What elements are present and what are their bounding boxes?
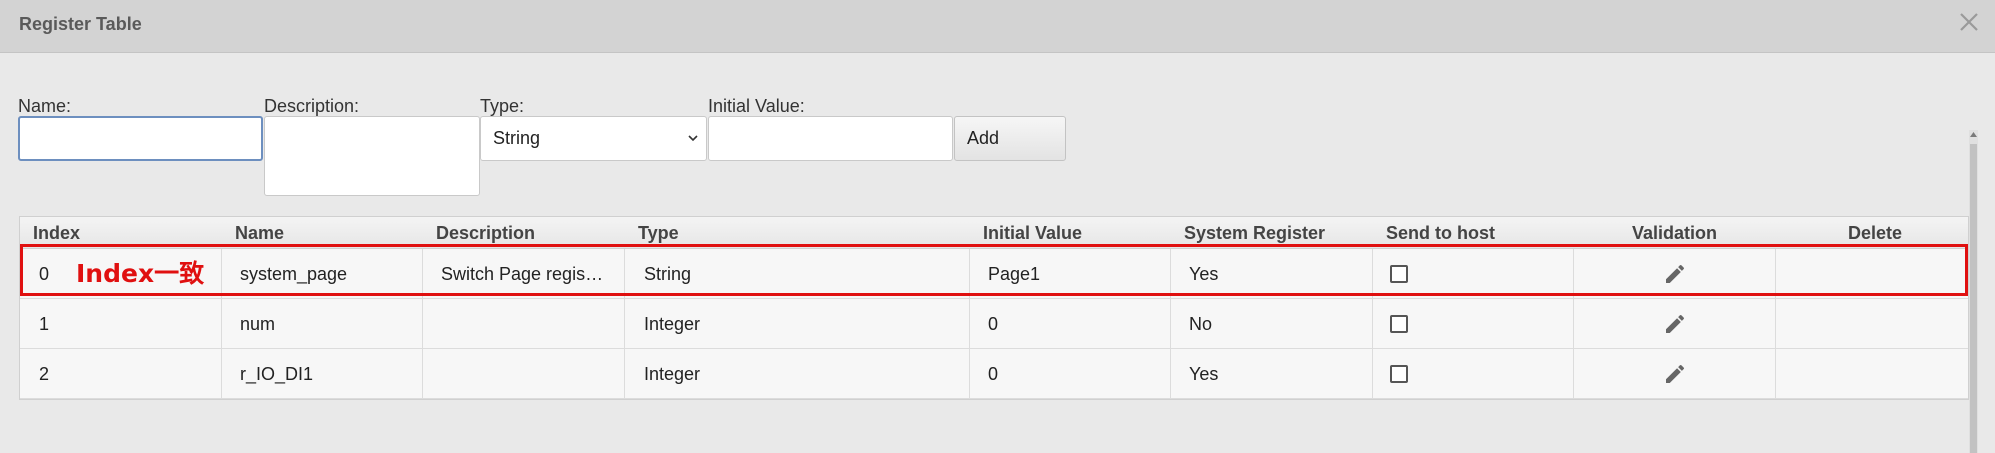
column-header-delete[interactable]: Delete	[1848, 217, 1902, 249]
scrollbar-thumb[interactable]	[1970, 144, 1977, 453]
cell-type: Integer	[644, 314, 701, 334]
pencil-icon[interactable]	[1663, 312, 1687, 336]
scroll-up-arrow-icon[interactable]	[1969, 130, 1978, 139]
cell-initial-value: 0	[988, 364, 999, 384]
cell-system-register: Yes	[1189, 264, 1219, 284]
send-to-host-checkbox[interactable]	[1390, 315, 1408, 333]
name-label: Name:	[18, 96, 72, 116]
type-label: Type:	[480, 96, 525, 116]
type-select-value: String	[493, 128, 541, 148]
cell-type: String	[644, 264, 692, 284]
column-header-name[interactable]: Name	[235, 217, 284, 249]
cell-description: Switch Page regis…	[441, 264, 604, 284]
column-header-initial-value[interactable]: Initial Value	[983, 217, 1082, 249]
dialog-title: Register Table	[19, 14, 142, 34]
send-to-host-checkbox[interactable]	[1390, 365, 1408, 383]
table-row[interactable]: 1 num Integer 0 No	[20, 299, 1968, 349]
initial-value-label: Initial Value:	[708, 96, 805, 116]
annotation-label: Index一致	[76, 259, 205, 288]
vertical-scrollbar[interactable]	[1969, 130, 1978, 453]
cell-system-register: Yes	[1189, 364, 1219, 384]
column-header-description[interactable]: Description	[436, 217, 535, 249]
cell-index: 1	[39, 314, 50, 334]
column-header-type[interactable]: Type	[638, 217, 679, 249]
name-input[interactable]	[18, 116, 263, 161]
table-row[interactable]: 0 system_page Switch Page regis… String …	[20, 249, 1968, 299]
cell-index: 0	[39, 264, 50, 284]
dialog-titlebar: Register Table	[0, 0, 1995, 53]
column-header-validation[interactable]: Validation	[1632, 217, 1717, 249]
cell-name: r_IO_DI1	[240, 364, 314, 384]
description-label: Description:	[264, 96, 360, 116]
register-table: Index Name Description Type Initial Valu…	[19, 216, 1969, 400]
close-icon[interactable]	[1956, 9, 1982, 35]
initial-value-input[interactable]	[708, 116, 953, 161]
column-header-index[interactable]: Index	[33, 217, 80, 249]
cell-name: num	[240, 314, 276, 334]
table-row[interactable]: 2 r_IO_DI1 Integer 0 Yes	[20, 349, 1968, 399]
dialog-content: Name: Description: Type: Initial Value: …	[0, 53, 1995, 453]
cell-name: system_page	[240, 264, 348, 284]
cell-initial-value: Page1	[988, 264, 1041, 284]
chevron-down-icon	[688, 135, 698, 142]
description-input[interactable]	[264, 116, 480, 196]
cell-description	[441, 299, 611, 349]
pencil-icon[interactable]	[1663, 362, 1687, 386]
cell-description	[441, 349, 611, 399]
table-header: Index Name Description Type Initial Valu…	[20, 217, 1968, 249]
cell-initial-value: 0	[988, 314, 999, 334]
type-select[interactable]: String	[480, 116, 707, 161]
cell-type: Integer	[644, 364, 701, 384]
add-button[interactable]: Add	[954, 116, 1066, 161]
cell-index: 2	[39, 364, 50, 384]
cell-system-register: No	[1189, 314, 1213, 334]
column-header-send-to-host[interactable]: Send to host	[1386, 217, 1495, 249]
send-to-host-checkbox[interactable]	[1390, 265, 1408, 283]
pencil-icon[interactable]	[1663, 262, 1687, 286]
column-header-system-register[interactable]: System Register	[1184, 217, 1325, 249]
